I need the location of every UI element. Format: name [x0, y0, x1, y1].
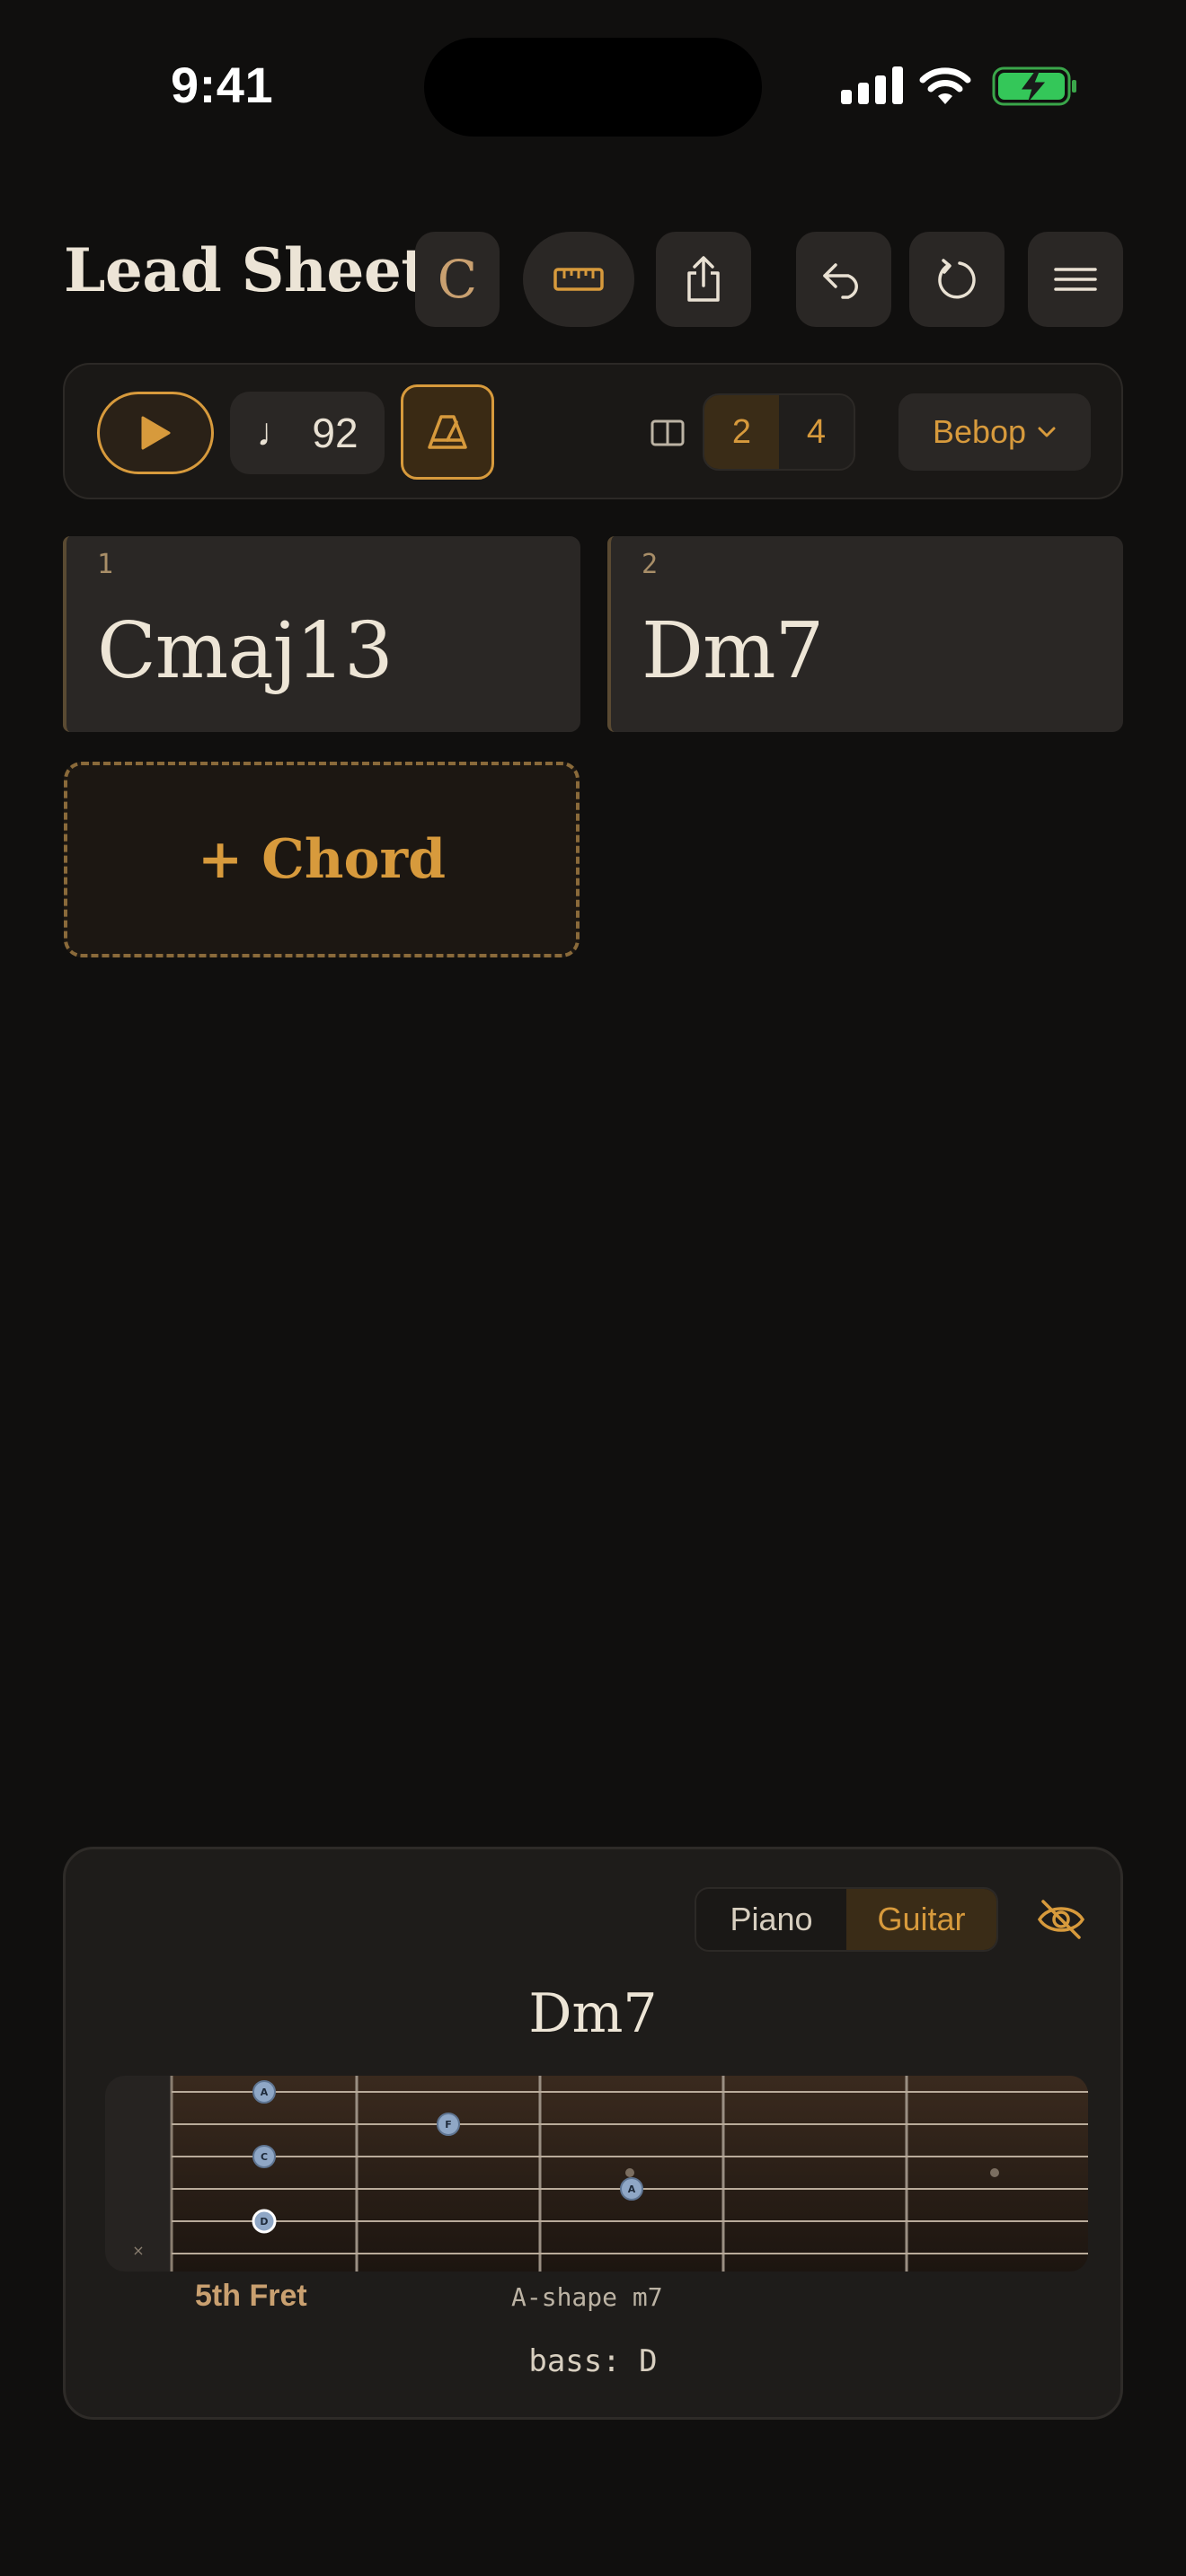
- chord-card[interactable]: 2 Dm7: [607, 536, 1123, 732]
- undo-icon: [823, 263, 858, 299]
- chord-name: Dm7: [642, 606, 824, 696]
- undo-button[interactable]: [796, 232, 891, 327]
- style-label: Bebop: [932, 413, 1027, 450]
- chord-name: Cmaj13: [97, 606, 394, 696]
- note-marker: A: [620, 2177, 643, 2201]
- quarter-note-icon: ♩: [256, 410, 296, 454]
- fret-inlay-dot: [625, 2168, 634, 2177]
- redo-icon: [938, 259, 976, 299]
- note-label: C: [261, 2151, 268, 2163]
- tab-guitar[interactable]: Guitar: [846, 1889, 996, 1950]
- style-dropdown[interactable]: Bebop: [898, 393, 1091, 471]
- note-marker: C: [252, 2145, 276, 2168]
- bars-option-4[interactable]: 4: [779, 395, 854, 469]
- ruler-button[interactable]: [523, 232, 634, 327]
- tab-piano[interactable]: Piano: [696, 1889, 846, 1950]
- note-marker: D: [252, 2209, 277, 2234]
- bars-per-line-selector: 2 4: [703, 393, 855, 471]
- transport-bar: ♩ 92 2 4 Bebop: [63, 363, 1123, 499]
- wifi-icon: [919, 67, 971, 104]
- guitar-fretboard: × A F C A D: [105, 2076, 1088, 2272]
- ruler-icon: [553, 268, 604, 291]
- play-button[interactable]: [97, 392, 214, 474]
- play-icon: [141, 416, 171, 450]
- chord-number: 2: [642, 549, 659, 580]
- panel-chord-name: Dm7: [528, 1982, 658, 2045]
- bass-note-label: bass: D: [528, 2343, 658, 2379]
- redo-button[interactable]: [909, 232, 1005, 327]
- note-label: F: [445, 2119, 452, 2130]
- muted-string-marker: ×: [132, 2242, 144, 2259]
- note-label: A: [628, 2183, 636, 2195]
- eye-slash-icon[interactable]: [1036, 1894, 1086, 1945]
- note-label: D: [260, 2216, 268, 2228]
- bars-option-2[interactable]: 2: [704, 395, 779, 469]
- instrument-selector: Piano Guitar: [695, 1887, 998, 1952]
- page-title: Lead Sheet: [64, 235, 429, 305]
- tempo-value: 92: [312, 410, 358, 456]
- shape-label: A-shape m7: [511, 2282, 663, 2312]
- metronome-icon: [428, 415, 467, 449]
- menu-icon: [1054, 268, 1097, 291]
- share-button[interactable]: [656, 232, 751, 327]
- chevron-down-icon: [1038, 427, 1056, 437]
- chord-number: 1: [97, 549, 114, 580]
- instrument-panel: Piano Guitar Dm7 × A F C A D 5th Fret A-shap…: [63, 1847, 1123, 2420]
- chord-card[interactable]: 1 Cmaj13: [63, 536, 580, 732]
- dynamic-island: [424, 38, 762, 137]
- cellular-signal-icon: [841, 66, 903, 104]
- share-icon: [687, 256, 720, 302]
- fret-position-label: 5th Fret: [195, 2279, 307, 2313]
- menu-button[interactable]: [1028, 232, 1123, 327]
- status-time: 9:41: [171, 57, 274, 113]
- key-button[interactable]: C: [415, 232, 500, 327]
- metronome-button[interactable]: [401, 384, 494, 480]
- note-label: A: [261, 2086, 269, 2098]
- battery-charging-icon: [992, 66, 1076, 106]
- add-chord-button[interactable]: + Chord: [64, 762, 580, 957]
- fret-inlay-dot: [990, 2168, 999, 2177]
- tempo-button[interactable]: ♩ 92: [230, 392, 385, 474]
- note-marker: A: [252, 2080, 276, 2104]
- note-marker: F: [437, 2113, 460, 2136]
- layout-icon[interactable]: [651, 419, 685, 447]
